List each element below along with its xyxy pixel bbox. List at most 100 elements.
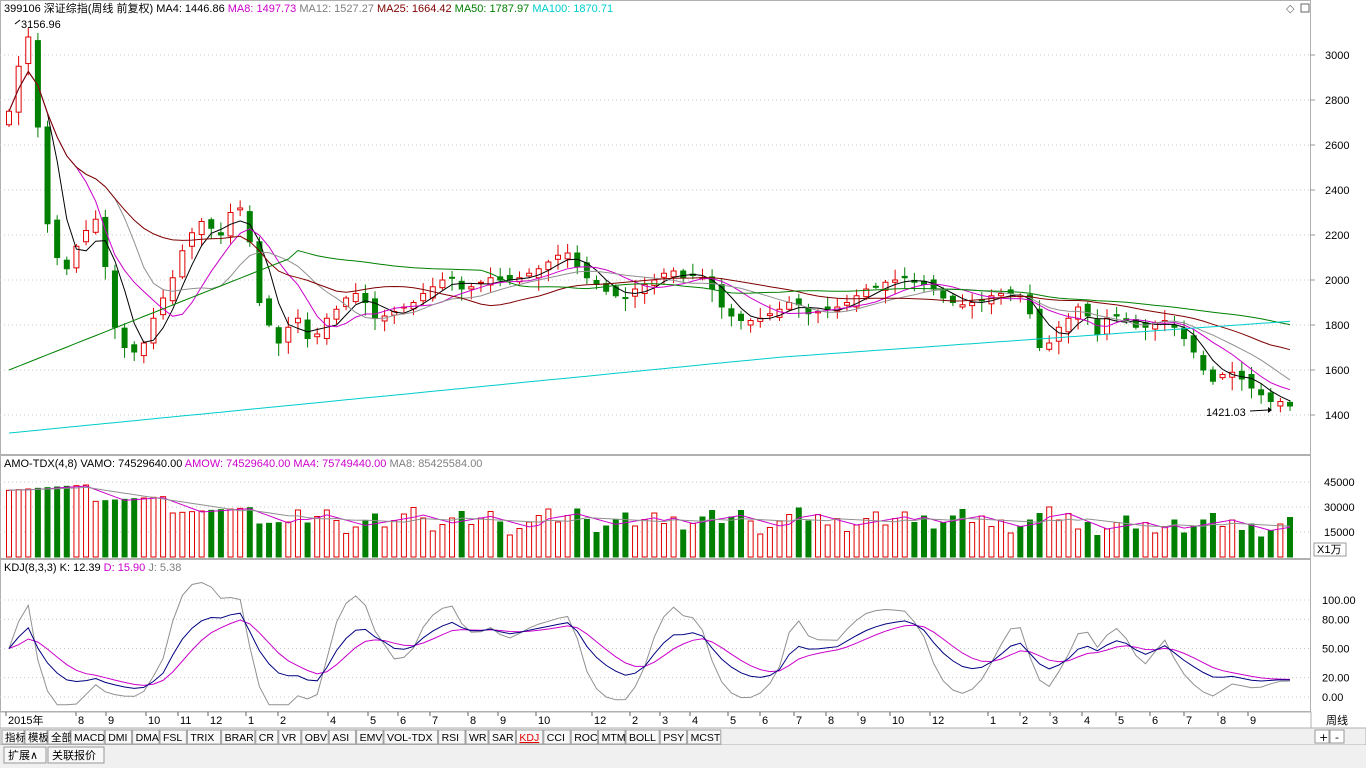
- volume-bar: [304, 522, 311, 558]
- volume-bar: [362, 520, 369, 558]
- time-label: 6: [1152, 715, 1158, 727]
- candle: [449, 276, 456, 279]
- candle: [275, 327, 282, 344]
- volume-bar: [285, 521, 292, 558]
- candle: [651, 279, 658, 286]
- ma-value: MA50: 1787.97: [455, 3, 533, 15]
- volume-bar: [92, 500, 99, 558]
- volume-bar: [1017, 526, 1024, 558]
- candle: [179, 250, 186, 278]
- candle: [285, 326, 292, 343]
- candle: [458, 280, 465, 290]
- candle: [892, 279, 899, 283]
- candle: [728, 308, 735, 317]
- ma-value: MA4: 1446.86: [156, 3, 228, 15]
- volume-bar: [1094, 535, 1101, 558]
- price-tick-label: 1600: [1325, 365, 1349, 377]
- low-annotation: 1421.03: [1206, 407, 1246, 419]
- candle: [535, 268, 542, 279]
- zoom-out-label: -: [1335, 731, 1339, 744]
- candle: [92, 218, 99, 233]
- volume-bar: [988, 526, 995, 558]
- volume-bar: [314, 516, 321, 558]
- time-label: 8: [470, 715, 476, 727]
- volume-bar: [795, 507, 802, 558]
- diamond-icon[interactable]: ◇: [1286, 2, 1295, 15]
- volume-bar: [83, 484, 90, 558]
- candle: [294, 317, 301, 324]
- volume-bar: [632, 525, 639, 558]
- volume-bar: [1132, 528, 1139, 558]
- volume-bar: [1161, 526, 1168, 558]
- price-tick-label: 1400: [1325, 410, 1349, 422]
- volume-bar: [1229, 519, 1236, 558]
- volume-bar: [872, 511, 879, 558]
- time-label: 10: [538, 715, 550, 727]
- kdj-tick-label: 0.00: [1322, 692, 1343, 704]
- candle: [314, 333, 321, 338]
- volume-bar: [949, 515, 956, 558]
- volume-bar: [1123, 515, 1130, 558]
- indicator-tab-label: DMI: [108, 732, 127, 744]
- price-panel[interactable]: [0, 0, 1311, 455]
- time-label: 9: [108, 715, 114, 727]
- volume-bar: [169, 512, 176, 558]
- volume-bar: [198, 510, 205, 558]
- volume-bar: [1287, 517, 1293, 558]
- time-label: 4: [330, 715, 336, 727]
- indicator-tabs[interactable]: 指标 模板 全部 MACD DMI DMA FSL TRIX BRAR CR VR OBV ASI EMV…: [1, 729, 722, 745]
- indicator-tab-label: BRAR: [225, 732, 255, 744]
- volume-bar: [381, 526, 388, 558]
- candle: [998, 293, 1005, 297]
- price-tick-label: 1800: [1325, 320, 1349, 332]
- volume-bar: [25, 488, 32, 558]
- header-item: AMO-TDX(4,8): [4, 458, 77, 470]
- candle: [564, 252, 571, 260]
- volume-tick-label: 30000: [1324, 502, 1355, 514]
- volume-bar: [593, 532, 600, 558]
- header-item: KDJ(8,3,3): [4, 562, 57, 574]
- time-label: 5: [1118, 715, 1124, 727]
- volume-bar: [901, 511, 908, 558]
- volume-bar: [660, 523, 667, 558]
- time-label: 4: [692, 715, 698, 727]
- candle: [1075, 306, 1082, 320]
- volume-bar: [863, 518, 870, 558]
- candle: [439, 279, 446, 289]
- volume-bar: [275, 522, 282, 558]
- volume-bar: [1248, 523, 1255, 558]
- volume-bar: [1209, 513, 1216, 558]
- indicator-tab-label: ASI: [332, 732, 349, 744]
- volume-bar: [824, 524, 831, 558]
- candle: [660, 272, 667, 278]
- time-label: 5: [370, 715, 376, 727]
- volume-bar: [468, 524, 475, 558]
- volume-bar: [1258, 536, 1265, 558]
- volume-panel-header: AMO-TDX(4,8) VAMO: 74529640.00 AMOW: 745…: [4, 458, 482, 470]
- volume-bar: [15, 489, 22, 558]
- volume-bar: [266, 522, 273, 558]
- time-label: 12: [210, 715, 222, 727]
- candle: [420, 293, 427, 302]
- volume-bar: [940, 522, 947, 558]
- volume-bar: [583, 519, 590, 558]
- volume-bar: [179, 511, 186, 558]
- candle: [304, 319, 311, 339]
- volume-bar: [1036, 513, 1043, 558]
- candle: [468, 286, 475, 290]
- stock-chart[interactable]: 399106 深证综指(周线 前复权) MA4: 1446.86 MA8: 14…: [0, 0, 1366, 768]
- indicator-tab-label: BOLL: [629, 732, 656, 744]
- candle: [632, 288, 639, 297]
- candle: [1200, 355, 1207, 371]
- volume-bar: [150, 496, 157, 558]
- candle: [217, 232, 224, 236]
- volume-bar: [564, 515, 571, 558]
- volume-bar: [747, 520, 754, 558]
- volume-bar: [131, 498, 138, 558]
- related-quote-label: 关联报价: [52, 748, 96, 762]
- volume-bar: [140, 497, 147, 558]
- period-label[interactable]: 周线: [1326, 713, 1348, 727]
- time-label: 10: [892, 715, 904, 727]
- candle: [1248, 374, 1255, 389]
- volume-bar: [237, 507, 244, 558]
